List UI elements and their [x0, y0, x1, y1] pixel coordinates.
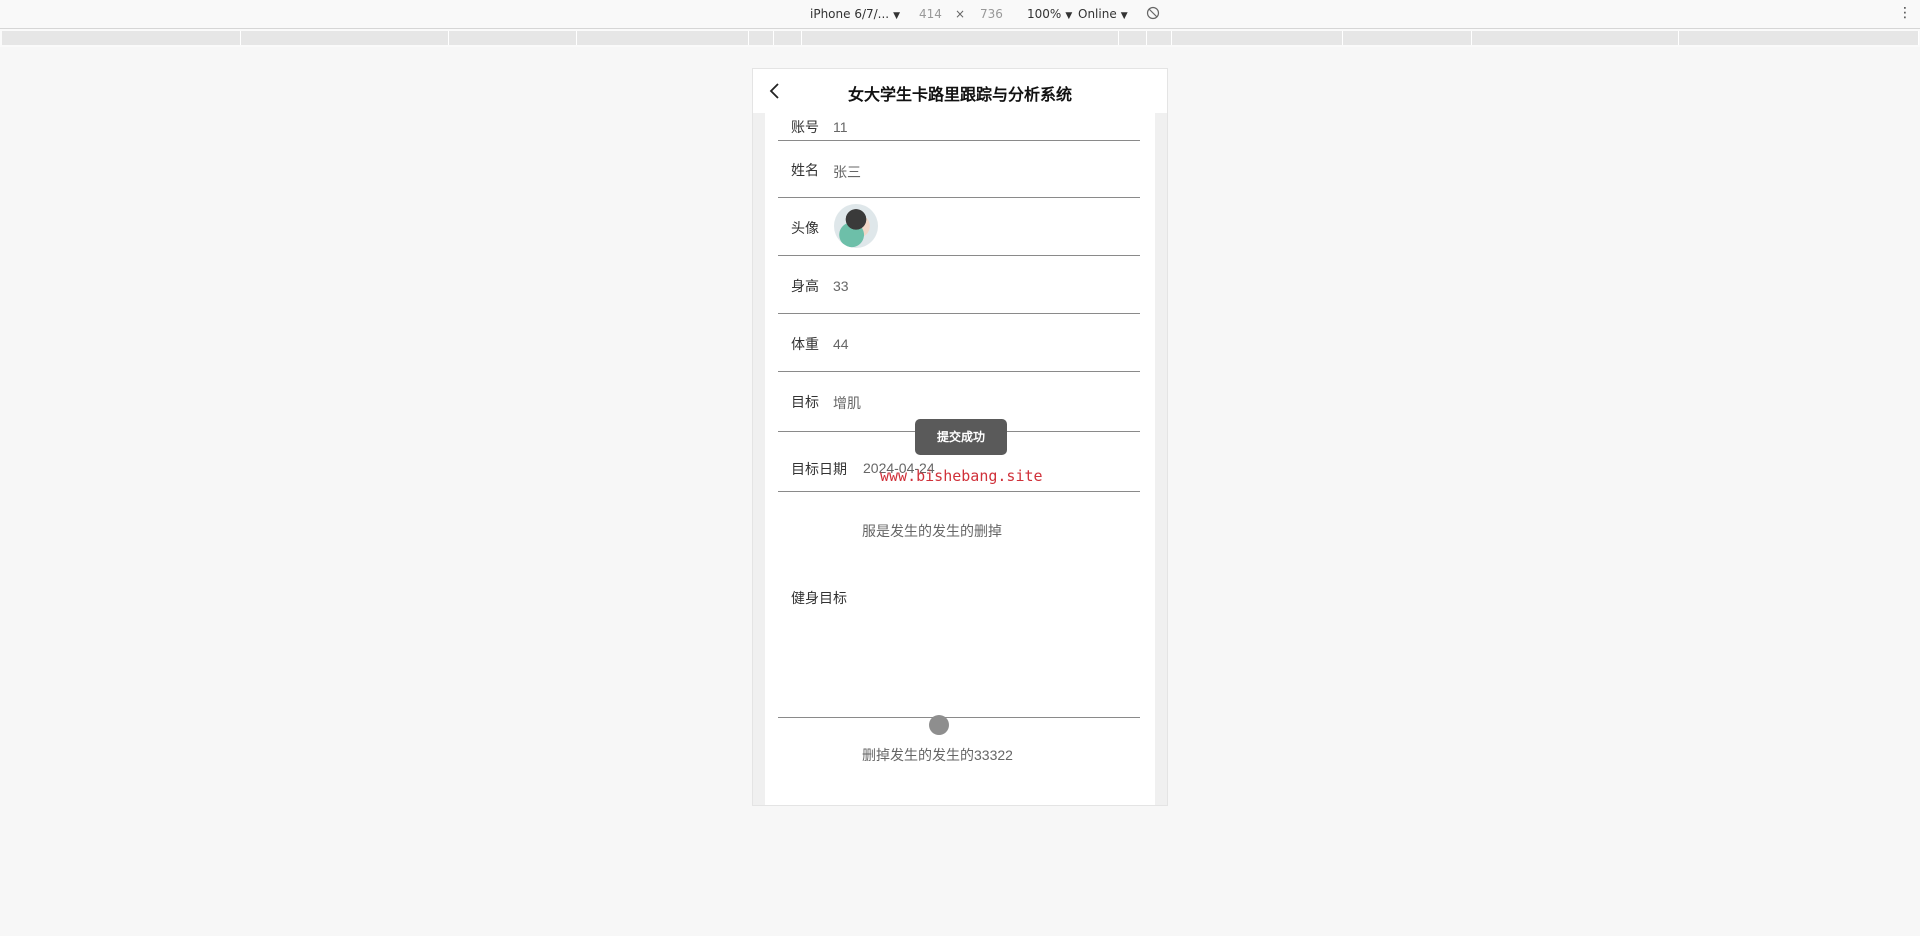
app-header: 女大学生卡路里跟踪与分析系统 [753, 69, 1167, 113]
form-row-height[interactable]: 身高 33 [778, 256, 1140, 314]
media-query-segment[interactable] [577, 31, 749, 45]
network-throttle-select[interactable]: Online ▼ [1078, 7, 1128, 21]
profile-form: 账号 11 姓名 张三 头像 身高 33 体重 44 目标 增肌 目标日期 20… [765, 113, 1155, 805]
goal-date-label: 目标日期 [791, 462, 847, 478]
viewport-height-input[interactable]: 736 [980, 7, 1003, 21]
zoom-value: 100% [1027, 7, 1062, 21]
mobile-viewport: 女大学生卡路里跟踪与分析系统 账号 11 姓名 张三 头像 身高 33 体重 4… [752, 68, 1168, 806]
media-query-segment[interactable] [802, 31, 1119, 45]
account-label: 账号 [791, 120, 819, 136]
form-row-fitness-goal[interactable]: 健身目标 [778, 553, 1140, 718]
device-name: iPhone 6/7/... [810, 7, 890, 21]
fitness-goal-label: 健身目标 [791, 591, 847, 607]
watermark-text: www.bishebang.site [880, 467, 1043, 485]
account-value: 11 [833, 119, 848, 135]
weight-field[interactable]: 44 [833, 336, 849, 352]
media-query-segment[interactable] [1119, 31, 1147, 45]
page-title: 女大学生卡路里跟踪与分析系统 [847, 85, 1072, 104]
media-query-segment[interactable] [749, 31, 774, 45]
goal-date-note: 服是发生的发生的删掉 [862, 523, 1002, 539]
left-gutter [753, 113, 765, 805]
media-query-segment[interactable] [2, 31, 241, 45]
name-label: 姓名 [791, 163, 819, 179]
right-gutter [1155, 113, 1167, 805]
media-query-segment[interactable] [1147, 31, 1172, 45]
chevron-down-icon: ▼ [893, 11, 901, 21]
goal-select[interactable]: 增肌 [833, 393, 861, 413]
devtools-device-toolbar: iPhone 6/7/... ▼ 414 × 736 100% ▼ Online ▼ … [0, 0, 1920, 29]
fitness-goal-note: 删掉发生的发生的33322 [862, 747, 1013, 763]
form-row-avatar[interactable]: 头像 [778, 198, 1140, 256]
media-query-segment[interactable] [1679, 31, 1919, 45]
avatar[interactable] [834, 204, 878, 248]
form-row-weight[interactable]: 体重 44 [778, 314, 1140, 372]
chevron-down-icon: ▼ [1120, 11, 1128, 21]
network-value: Online [1078, 7, 1117, 21]
dimension-separator: × [955, 7, 966, 21]
goal-label: 目标 [791, 395, 819, 411]
media-query-bar [0, 29, 1920, 47]
rotate-disabled-icon[interactable] [1146, 6, 1160, 20]
viewport-width-input[interactable]: 414 [919, 7, 942, 21]
weight-label: 体重 [791, 337, 819, 353]
more-options-icon[interactable]: ⋮ [1898, 5, 1912, 21]
avatar-label: 头像 [791, 221, 819, 237]
name-field[interactable]: 张三 [833, 162, 861, 182]
media-query-segment[interactable] [449, 31, 577, 45]
media-query-segment[interactable] [1343, 31, 1472, 45]
media-query-segment[interactable] [241, 31, 449, 45]
loading-indicator [929, 715, 949, 735]
media-query-segment[interactable] [1472, 31, 1679, 45]
zoom-select[interactable]: 100% ▼ [1027, 7, 1072, 21]
height-field[interactable]: 33 [833, 278, 849, 294]
chevron-down-icon: ▼ [1065, 11, 1073, 21]
media-query-segment[interactable] [774, 31, 802, 45]
height-label: 身高 [791, 279, 819, 295]
toast-message: 提交成功 [915, 419, 1007, 455]
device-select[interactable]: iPhone 6/7/... ▼ [810, 7, 900, 21]
form-row-name[interactable]: 姓名 张三 [778, 140, 1140, 198]
media-query-segment[interactable] [1172, 31, 1343, 45]
